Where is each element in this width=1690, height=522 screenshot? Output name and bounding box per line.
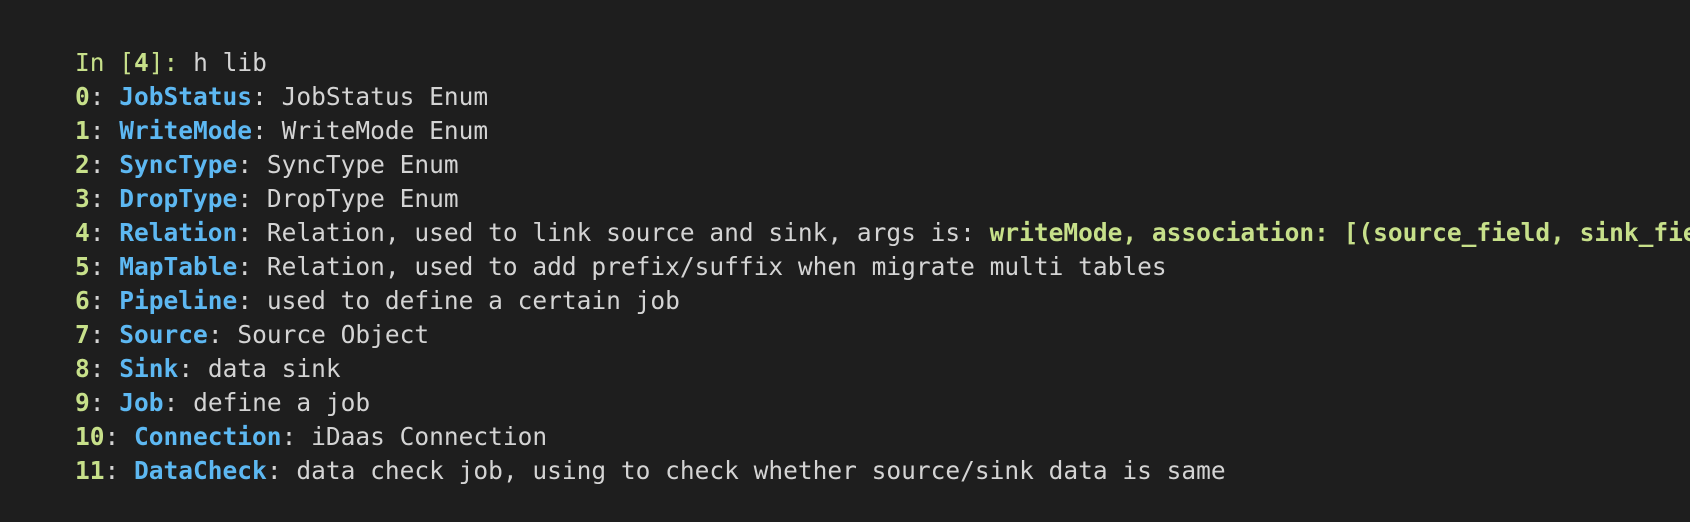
entry-desc: Source Object (237, 320, 430, 349)
entry-index: 5 (75, 252, 90, 281)
entry-desc: JobStatus Enum (281, 82, 489, 111)
prompt-number: 4 (134, 48, 149, 77)
entry-separator: : (104, 422, 135, 451)
entry-index: 9 (75, 388, 90, 417)
entry-args-highlight: writeMode, association: [(source_field, … (989, 218, 1690, 247)
entry-separator: : (237, 286, 267, 315)
entry-desc: data sink (207, 354, 341, 383)
prompt-suffix: ]: (148, 48, 194, 77)
entry-name: MapTable (119, 252, 238, 281)
entry-separator: : (252, 82, 282, 111)
entry-separator: : (178, 354, 208, 383)
entry-separator: : (89, 150, 120, 179)
entry-name: Connection (134, 422, 282, 451)
entry-index: 6 (75, 286, 90, 315)
entry-separator: : (89, 320, 120, 349)
entry-separator: : (237, 150, 267, 179)
entry-index: 3 (75, 184, 90, 213)
entry-desc: Relation, used to link source and sink, … (266, 218, 990, 247)
entry-index: 1 (75, 116, 90, 145)
entry-separator: : (237, 252, 267, 281)
entry-separator: : (281, 422, 312, 451)
command-text: h lib (193, 48, 267, 77)
entry-separator: : (252, 116, 282, 145)
entry-separator: : (89, 116, 120, 145)
entry-name: Relation (119, 218, 238, 247)
entry-separator: : (237, 184, 267, 213)
entry-separator: : (89, 286, 120, 315)
list-item: 0: JobStatus: JobStatus Enum (16, 46, 1690, 111)
entry-index: 7 (75, 320, 90, 349)
entry-name: Source (119, 320, 208, 349)
entry-index: 2 (75, 150, 90, 179)
entry-separator: : (207, 320, 238, 349)
entry-separator: : (104, 456, 135, 485)
entry-desc: SyncType Enum (266, 150, 459, 179)
entry-separator: : (237, 218, 267, 247)
entry-name: Pipeline (119, 286, 238, 315)
entry-name: DropType (119, 184, 238, 213)
entry-separator: : (89, 218, 120, 247)
entry-separator: : (266, 456, 297, 485)
entry-name: WriteMode (119, 116, 253, 145)
entry-separator: : (89, 252, 120, 281)
entry-separator: : (89, 388, 120, 417)
entry-separator: : (89, 184, 120, 213)
entry-desc: used to define a certain job (266, 286, 680, 315)
entry-desc: WriteMode Enum (281, 116, 489, 145)
prompt-prefix: In [ (75, 48, 135, 77)
entry-index: 10 (75, 422, 105, 451)
entry-name: Sink (119, 354, 179, 383)
entry-index: 11 (75, 456, 105, 485)
entry-name: SyncType (119, 150, 238, 179)
entry-desc: iDaas Connection (311, 422, 548, 451)
terminal-window[interactable]: In [4]: h lib 0: JobStatus: JobStatus En… (0, 0, 1690, 485)
entry-separator: : (163, 388, 194, 417)
prompt-line: In [4]: h lib (16, 12, 1690, 77)
entry-name: Job (119, 388, 164, 417)
entry-desc: DropType Enum (266, 184, 459, 213)
entry-name: JobStatus (119, 82, 253, 111)
entry-desc: data check job, using to check whether s… (296, 456, 1226, 485)
entry-separator: : (89, 82, 120, 111)
entry-index: 4 (75, 218, 90, 247)
entry-separator: : (89, 354, 120, 383)
entry-index: 8 (75, 354, 90, 383)
entry-name: DataCheck (134, 456, 267, 485)
entry-index: 0 (75, 82, 90, 111)
entry-desc: Relation, used to add prefix/suffix when… (266, 252, 1167, 281)
entry-desc: define a job (193, 388, 371, 417)
